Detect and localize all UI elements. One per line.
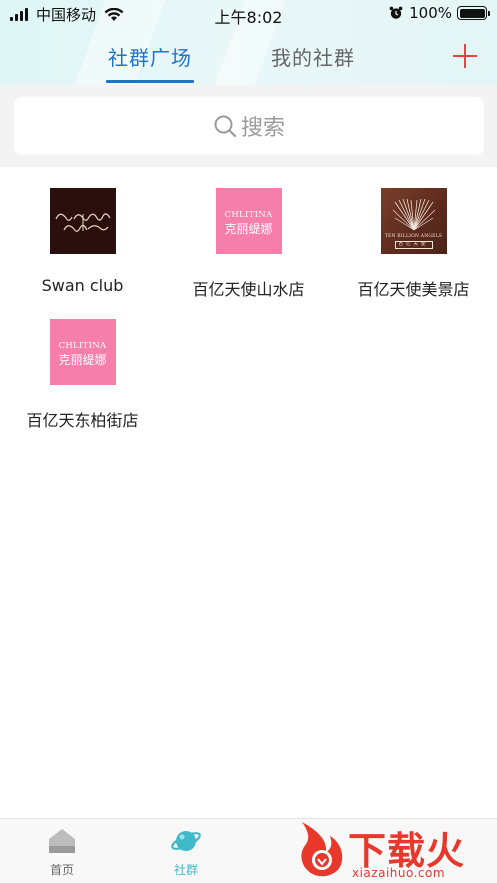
- logo-text-cn: 百亿天使: [394, 241, 433, 249]
- group-logo: [49, 188, 116, 254]
- status-bar: 中国移动 上午8:02 100%: [0, 0, 497, 28]
- logo-text-en: CHLITINA: [58, 341, 107, 351]
- tab-label: 社群广场: [108, 46, 192, 70]
- watermark-logo: 下载火 xiazaihuo.com: [292, 818, 497, 883]
- watermark-url: xiazaihuo.com: [352, 866, 446, 880]
- alarm-icon: [389, 6, 403, 19]
- logo-text-cn: 克丽缇娜: [224, 222, 273, 236]
- search-input[interactable]: 搜索: [14, 97, 484, 155]
- tab-community-plaza[interactable]: 社群广场: [106, 42, 194, 83]
- search-icon: [214, 115, 237, 138]
- group-name: 百亿天东柏街店: [26, 411, 139, 430]
- battery-label: 100%: [409, 4, 452, 22]
- logo-text-en: CHLITINA: [224, 210, 273, 220]
- header: 中国移动 上午8:02 100% 社群广场 我的社群: [0, 0, 497, 85]
- battery-icon: [457, 6, 490, 20]
- search-section: 搜索: [0, 85, 497, 167]
- logo-text-en: TEN BILLION ANGELS: [384, 234, 443, 239]
- group-logo: TEN BILLION ANGELS 百亿天使: [380, 188, 447, 254]
- home-icon: [49, 829, 75, 853]
- tab-underline: [106, 80, 194, 83]
- group-item-shanshui[interactable]: CHLITINA 克丽缇娜 百亿天使山水店: [166, 188, 331, 300]
- group-item-dongbai[interactable]: CHLITINA 克丽缇娜 百亿天东柏街店: [0, 319, 165, 431]
- group-name: 百亿天使山水店: [192, 280, 305, 299]
- group-name: Swan club: [41, 276, 124, 295]
- logo-text-cn: 克丽缇娜: [58, 353, 107, 367]
- group-logo: CHLITINA 克丽缇娜: [49, 319, 116, 385]
- nav-item-community[interactable]: 社群: [156, 827, 216, 878]
- nav-item-home[interactable]: 首页: [32, 827, 92, 878]
- tab-my-communities[interactable]: 我的社群: [271, 42, 355, 71]
- group-item-meijing[interactable]: TEN BILLION ANGELS 百亿天使 百亿天使美景店: [331, 188, 496, 300]
- tab-label: 我的社群: [271, 46, 355, 70]
- nav-label: 社群: [173, 863, 198, 877]
- add-button[interactable]: [451, 42, 479, 70]
- search-placeholder: 搜索: [240, 116, 285, 141]
- planet-icon: [171, 831, 201, 851]
- group-item-swan-club[interactable]: Swan club: [0, 188, 165, 295]
- group-name: 百亿天使美景店: [357, 280, 470, 299]
- group-logo: CHLITINA 克丽缇娜: [215, 188, 282, 254]
- nav-label: 首页: [49, 863, 74, 877]
- flame-icon: [301, 822, 343, 877]
